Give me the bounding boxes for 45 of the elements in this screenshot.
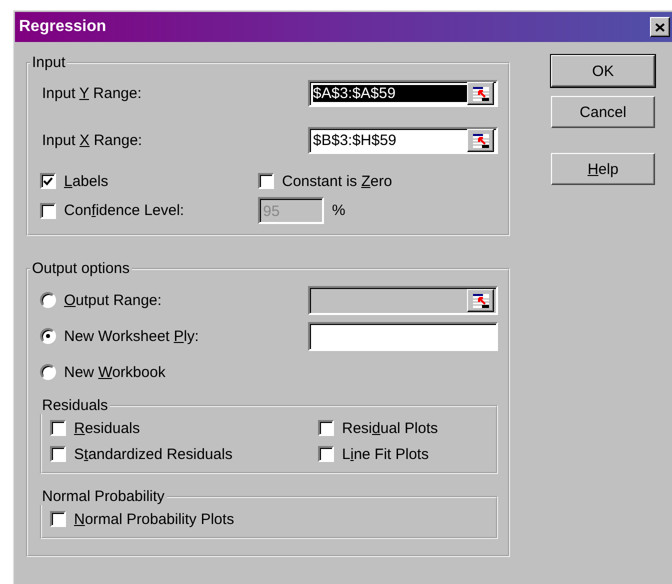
checkbox[interactable] [318,420,334,436]
range-field[interactable]: $A$3:$A$59 [308,80,498,106]
range-field[interactable]: $B$3:$H$59 [308,126,498,154]
field-label: Input X Range: [42,132,142,148]
checkbox-label: Residual Plots [342,420,438,436]
checkmark-icon [43,176,53,186]
checkbox-label: Standardized Residuals [74,446,232,462]
close-button[interactable] [650,17,670,37]
output-field[interactable] [308,322,498,350]
checkbox[interactable] [258,173,274,189]
checkbox-label: Normal Probability Plots [74,510,234,528]
checkbox-label: Residuals [74,420,140,436]
dialog-button[interactable]: Cancel [551,96,655,128]
checkbox[interactable] [50,446,66,462]
radio-button[interactable] [40,292,56,308]
field-label: Input Y Range: [42,84,142,102]
field-value: $B$3:$H$59 [313,132,398,149]
group-title: Residuals [41,397,109,414]
close-icon [655,22,665,32]
checkbox[interactable] [50,420,66,436]
dialog-button[interactable]: OK [551,55,655,87]
percent-unit: % [332,202,346,219]
range-select-icon [472,292,490,308]
group-title: Output options [31,260,131,277]
group-title: Normal Probability [41,488,166,505]
radio-label: Output Range: [64,292,162,308]
group-title: Input [31,54,66,71]
radio-button[interactable] [40,364,56,380]
field-value: $A$3:$A$59 [313,85,467,102]
checkbox-label: Labels [64,172,108,190]
radio-label: New Workbook [64,364,166,380]
checkbox-label: Confidence Level: [64,202,184,219]
checkbox-label: Line Fit Plots [342,446,429,462]
range-select-icon [472,132,490,148]
range-select-button[interactable] [467,129,494,152]
checkbox[interactable] [40,173,56,189]
range-select-icon [472,86,490,102]
radio-button[interactable] [40,328,56,344]
window-title: Regression [19,18,106,36]
dialog-button[interactable]: Help [551,153,655,185]
range-select-button[interactable] [467,82,494,105]
radio-label: New Worksheet Ply: [64,328,199,344]
checkbox-label: Constant is Zero [282,172,392,190]
checkbox[interactable] [50,511,66,527]
checkbox[interactable] [318,446,334,462]
